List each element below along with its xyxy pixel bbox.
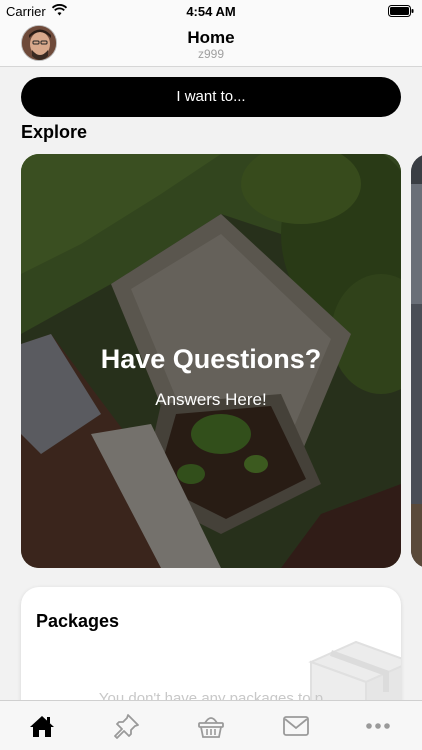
packages-title: Packages <box>36 611 120 631</box>
battery-icon <box>388 5 414 17</box>
nav-header: Home z999 <box>0 22 422 67</box>
more-icon[interactable] <box>364 713 392 739</box>
i-want-to-button[interactable]: I want to... <box>21 77 401 117</box>
explore-section-title: Explore <box>21 122 88 142</box>
status-bar: Carrier 4:54 AM <box>0 0 422 22</box>
next-explore-card[interactable] <box>411 154 422 568</box>
status-time: 4:54 AM <box>186 4 236 19</box>
explore-card[interactable]: Have Questions? Answers Here! <box>21 154 401 568</box>
home-icon[interactable] <box>28 713 56 739</box>
pin-icon[interactable] <box>112 713 140 739</box>
basket-icon[interactable] <box>197 713 225 739</box>
tab-bar <box>0 700 422 750</box>
page-title: Home <box>187 28 235 47</box>
next-card-image <box>411 154 422 568</box>
page-subtitle: z999 <box>197 47 225 61</box>
explore-card-subline: Answers Here! <box>155 390 267 409</box>
explore-card-headline: Have Questions? <box>100 344 322 374</box>
mail-icon[interactable] <box>282 713 310 739</box>
